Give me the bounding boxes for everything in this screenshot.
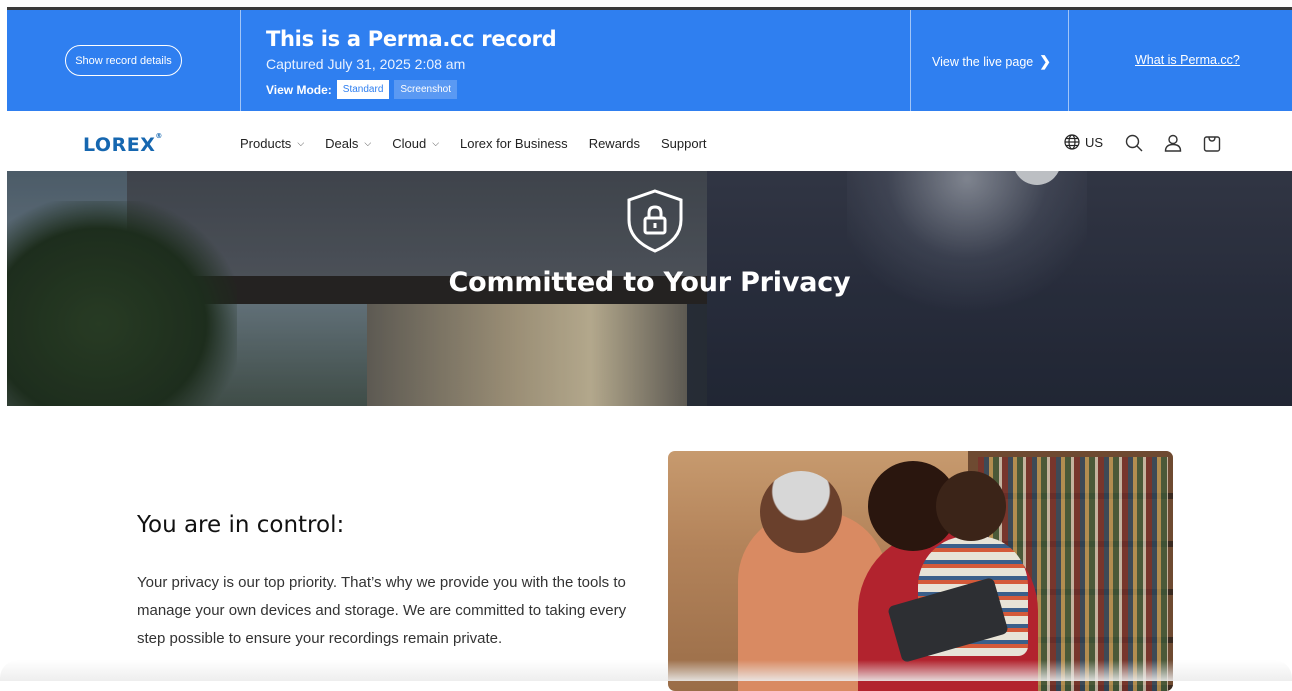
logo-text: LOREX: [83, 134, 156, 156]
perma-banner: Show record details This is a Perma.cc r…: [7, 10, 1292, 111]
search-icon[interactable]: [1124, 133, 1144, 153]
menu-item-label: Deals: [325, 136, 359, 151]
chevron-down-icon: ⌵: [432, 138, 440, 148]
menu-item-cloud[interactable]: Cloud ⌵: [392, 136, 439, 151]
photo-child-head: [936, 471, 1006, 541]
menu-item-label: Cloud: [392, 136, 427, 151]
lorex-logo[interactable]: LOREX®: [83, 132, 163, 156]
section-body-text: Your privacy is our top priority. That’s…: [137, 574, 627, 647]
section-heading: You are in control:: [137, 512, 345, 538]
next-section-edge: [0, 660, 1292, 681]
menu-item-rewards[interactable]: Rewards: [589, 136, 640, 151]
perma-details-cell: Show record details: [7, 10, 241, 111]
site-header: LOREX® Products ⌵ Deals ⌵ Cloud ⌵ Lorex for…: [7, 118, 1292, 171]
view-live-page-label: View the live page: [932, 54, 1034, 69]
account-icon[interactable]: [1163, 133, 1183, 153]
perma-about-cell: What is Perma.cc?: [1069, 10, 1292, 111]
globe-icon: [1064, 134, 1080, 150]
perma-live-cell: View the live page ❯: [911, 10, 1069, 111]
region-label: US: [1085, 134, 1104, 150]
menu-item-deals[interactable]: Deals ⌵: [325, 136, 371, 151]
menu-item-label: Products: [240, 136, 292, 151]
menu-item-products[interactable]: Products ⌵: [240, 136, 304, 151]
view-mode-switcher: View Mode: Standard Screenshot: [266, 80, 462, 99]
chevron-down-icon: ⌵: [297, 138, 305, 148]
shield-lock-icon: [627, 189, 683, 253]
menu-item-label: Support: [660, 136, 707, 151]
view-mode-screenshot-button[interactable]: Screenshot: [394, 80, 457, 99]
perma-captured-date: Captured July 31, 2025 2:08 am: [266, 56, 466, 72]
menu-item-label: Lorex for Business: [460, 136, 568, 151]
view-live-page-link[interactable]: View the live page ❯: [932, 53, 1051, 70]
main-menu: Products ⌵ Deals ⌵ Cloud ⌵ Lorex for Busine…: [240, 136, 728, 151]
cart-icon[interactable]: [1202, 133, 1222, 153]
menu-item-support[interactable]: Support: [661, 136, 707, 151]
registered-mark: ®: [155, 132, 163, 140]
hero-banner: Committed to Your Privacy: [7, 171, 1292, 406]
view-mode-standard-button[interactable]: Standard: [336, 80, 390, 99]
perma-record-title: This is a Perma.cc record: [266, 27, 557, 51]
menu-item-lorex-for-business[interactable]: Lorex for Business: [460, 136, 568, 151]
perma-record-info: This is a Perma.cc record Captured July …: [241, 10, 911, 111]
show-record-details-button[interactable]: Show record details: [65, 45, 182, 76]
menu-item-label: Rewards: [588, 136, 640, 151]
region-selector[interactable]: US: [1064, 134, 1103, 150]
photo-grandmother-head: [760, 471, 842, 553]
chevron-right-icon: ❯: [1039, 53, 1051, 69]
what-is-perma-link[interactable]: What is Perma.cc?: [1135, 53, 1240, 67]
view-mode-label: View Mode:: [266, 82, 332, 97]
browser-top-edge: [0, 0, 1292, 10]
chevron-down-icon: ⌵: [364, 138, 372, 148]
hero-title: Committed to Your Privacy: [448, 267, 851, 298]
family-tablet-photo: [668, 451, 1173, 691]
